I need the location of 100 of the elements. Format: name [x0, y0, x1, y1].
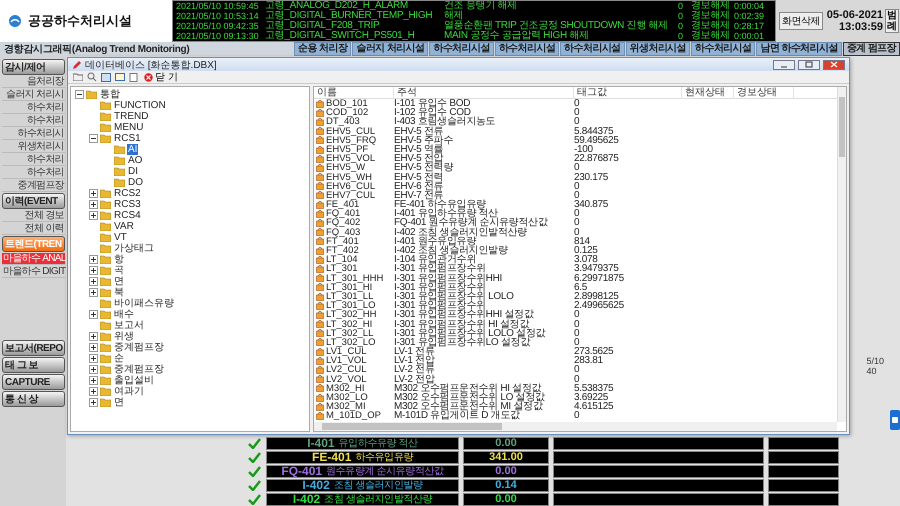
tree-item[interactable]: 면: [113, 397, 125, 408]
nav-item[interactable]: 하수처리: [2, 115, 65, 127]
nav-item[interactable]: 하수처리: [2, 154, 65, 166]
tree-item[interactable]: RCS1: [113, 133, 142, 144]
tree-item[interactable]: 가상태그: [113, 243, 155, 254]
site-tab[interactable]: 순용 처리장: [294, 42, 352, 56]
maximize-button[interactable]: [798, 60, 820, 70]
expand-toggle[interactable]: [89, 266, 98, 275]
nav-item[interactable]: 중계펌프장: [2, 180, 65, 192]
expand-toggle[interactable]: [89, 134, 98, 143]
expand-toggle[interactable]: [89, 398, 98, 407]
column-header[interactable]: 현재상태: [682, 87, 734, 99]
tree-item[interactable]: MENU: [113, 122, 144, 133]
column-header[interactable]: 태그값: [574, 87, 682, 99]
tree-item[interactable]: 출입설비: [113, 375, 155, 386]
nav-item[interactable]: 전체 이력: [2, 223, 65, 235]
tag-name-text: FQ_403: [326, 228, 360, 237]
value-cell-text: 2.49965625: [574, 301, 625, 310]
tree-item[interactable]: 통합: [99, 89, 121, 100]
tree-item[interactable]: 순: [113, 353, 125, 364]
site-tab[interactable]: 위생처리시설: [626, 42, 690, 56]
expand-toggle[interactable]: [89, 332, 98, 341]
window-button[interactable]: [100, 72, 112, 82]
value-cell-text: 6.5: [574, 282, 588, 292]
tree-item[interactable]: 여과기: [113, 386, 145, 397]
alarm-status: 경보해제: [691, 31, 731, 41]
site-tab[interactable]: 중계 펌프장: [842, 42, 900, 56]
tree-item[interactable]: 보고서: [113, 320, 145, 331]
minimize-button[interactable]: [773, 60, 795, 70]
site-tab[interactable]: 하수처리시설: [494, 42, 560, 56]
menu-button[interactable]: 통 신 상: [2, 391, 65, 407]
tree-item[interactable]: VAR: [113, 221, 135, 232]
value-cell-text: 0: [574, 310, 580, 320]
close-button[interactable]: [823, 60, 845, 70]
menu-button[interactable]: CAPTURE: [2, 374, 65, 390]
export-button[interactable]: [128, 72, 140, 82]
column-header[interactable]: 이름: [314, 87, 394, 99]
nav-item[interactable]: 전체 경보: [2, 210, 65, 222]
vertical-scrollbar[interactable]: [837, 87, 846, 422]
horizontal-scrollbar[interactable]: [314, 422, 837, 431]
expand-toggle[interactable]: [89, 354, 98, 363]
expand-toggle[interactable]: [89, 211, 98, 220]
tree-item[interactable]: 곡: [113, 265, 125, 276]
expand-toggle[interactable]: [89, 288, 98, 297]
tree-item[interactable]: 배수: [113, 309, 135, 320]
expand-toggle[interactable]: [89, 310, 98, 319]
tree-item[interactable]: DO: [127, 177, 144, 188]
expand-toggle[interactable]: [89, 189, 98, 198]
clear-screen-button[interactable]: 화면삭제: [779, 12, 823, 30]
note-button[interactable]: [114, 72, 126, 82]
tree-item[interactable]: RCS2: [113, 188, 142, 199]
expand-toggle[interactable]: [89, 365, 98, 374]
folder-button[interactable]: [72, 72, 84, 82]
nav-item[interactable]: 하수처리: [2, 167, 65, 179]
tree-item[interactable]: 항: [113, 254, 125, 265]
column-header[interactable]: 경보상태: [734, 87, 794, 99]
tree-item[interactable]: 바이패스유량: [113, 298, 175, 309]
tree-item[interactable]: 면: [113, 276, 125, 287]
nav-item[interactable]: 슬러지 처리시: [2, 89, 65, 101]
site-tab[interactable]: 하수처리시설: [560, 42, 625, 56]
tree-item[interactable]: 위생: [113, 331, 135, 342]
expand-toggle[interactable]: [89, 200, 98, 209]
expand-toggle[interactable]: [75, 90, 84, 99]
comment-cell-text: I-301 유입펌프장수위: [394, 282, 486, 292]
scroll-thumb[interactable]: [322, 423, 502, 430]
tree-item[interactable]: 중계펌프장: [113, 364, 165, 375]
tree-item[interactable]: 중계펌프장: [113, 342, 165, 353]
tree-item[interactable]: AI: [127, 144, 138, 155]
nav-item[interactable]: 하수처리시: [2, 128, 65, 140]
remote-app-icon[interactable]: [890, 410, 900, 430]
legend-button[interactable]: 범례: [885, 9, 899, 33]
site-tab[interactable]: 남면 하수처리시설: [756, 42, 842, 56]
site-tab[interactable]: 하수처리시설: [429, 42, 494, 56]
tree-item[interactable]: TREND: [113, 111, 150, 122]
menu-button[interactable]: 태 그 보: [2, 357, 65, 373]
tree-item[interactable]: RCS3: [113, 199, 142, 210]
nav-item[interactable]: 위생처리시: [2, 141, 65, 153]
scroll-thumb[interactable]: [839, 97, 845, 157]
menu-button[interactable]: 이력(EVENT: [2, 193, 65, 209]
tree-item[interactable]: 북: [113, 287, 125, 298]
column-header[interactable]: 주석: [394, 87, 574, 99]
menu-button[interactable]: 보고서(REPO: [2, 340, 65, 356]
tree-item[interactable]: RCS4: [113, 210, 142, 221]
tree-item[interactable]: VT: [113, 232, 128, 243]
tree-item[interactable]: DI: [127, 166, 139, 177]
site-tab[interactable]: 하수처리시설: [691, 42, 756, 56]
tree-item[interactable]: FUNCTION: [113, 100, 167, 111]
menu-button[interactable]: 감시/제어: [2, 59, 65, 75]
expand-toggle[interactable]: [89, 277, 98, 286]
expand-toggle[interactable]: [89, 387, 98, 396]
site-tab[interactable]: 슬러지 처리시설: [352, 42, 428, 56]
search-button[interactable]: [86, 72, 98, 82]
expand-toggle[interactable]: [89, 255, 98, 264]
close-action-button[interactable]: 닫 기: [142, 71, 180, 83]
tree-item[interactable]: AO: [127, 155, 144, 166]
expand-toggle[interactable]: [89, 343, 98, 352]
nav-item[interactable]: 음처리장: [2, 76, 65, 88]
expand-toggle[interactable]: [89, 376, 98, 385]
nav-item[interactable]: 하수처리: [2, 102, 65, 114]
nav-item[interactable]: 마을하수 DIGIT: [2, 266, 65, 278]
